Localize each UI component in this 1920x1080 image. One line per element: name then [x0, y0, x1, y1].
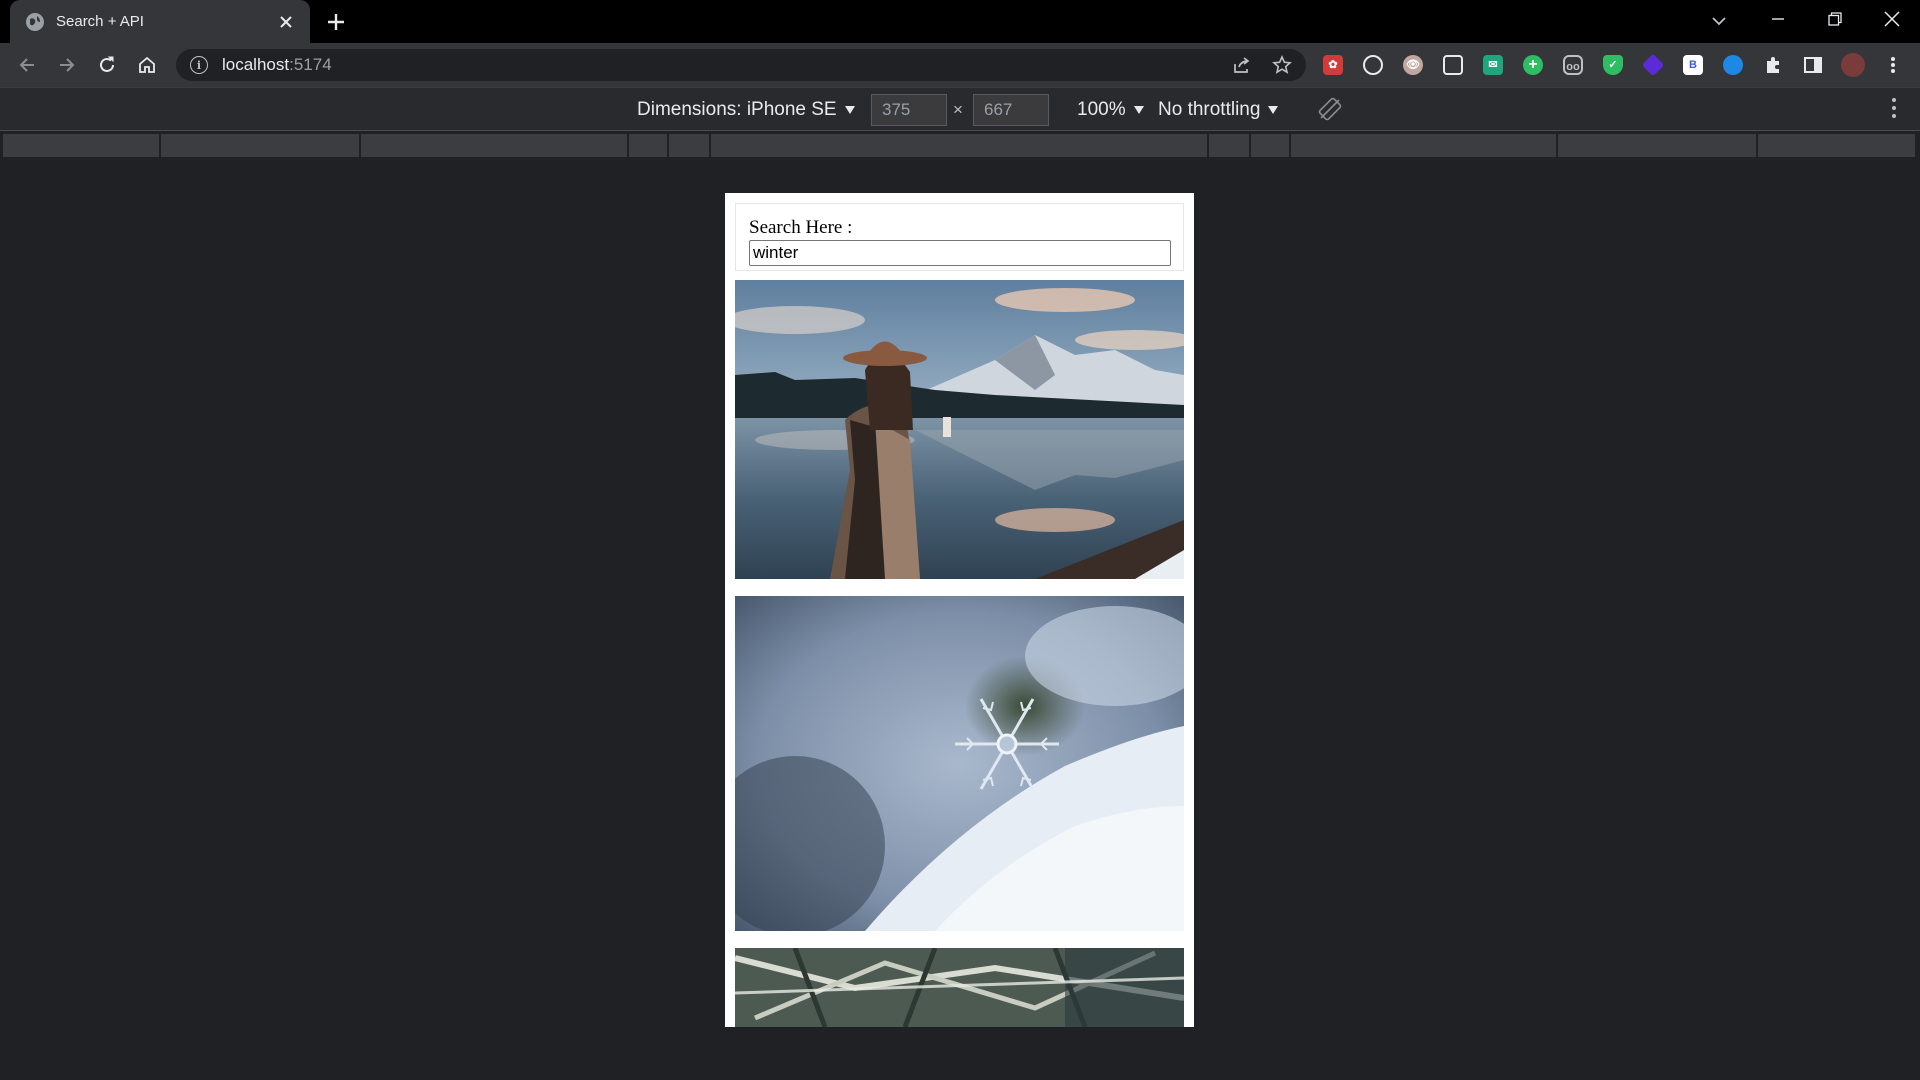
tab-title: Search + API: [56, 13, 144, 30]
close-window-button[interactable]: [1863, 0, 1920, 38]
sidepanel-icon[interactable]: [1798, 50, 1828, 80]
throttling-dropdown[interactable]: No throttling: [1158, 99, 1279, 121]
globe-icon: [26, 12, 44, 31]
media-query-segment[interactable]: [629, 134, 669, 157]
media-query-segment[interactable]: [161, 134, 361, 157]
media-query-segment[interactable]: [1558, 134, 1758, 157]
photo-woman-lake[interactable]: [735, 280, 1184, 579]
plus-circle-icon[interactable]: +: [1518, 50, 1548, 80]
dimensions-dropdown[interactable]: Dimensions: iPhone SE: [637, 99, 855, 121]
caret-down-icon: [1268, 105, 1279, 114]
photo-snowflake[interactable]: [735, 596, 1184, 931]
ext-red-icon[interactable]: ✿: [1318, 50, 1348, 80]
device-toolbar: Dimensions: iPhone SE 375 × 667 100% No …: [0, 87, 1920, 131]
page-viewport: Search Here :: [725, 193, 1194, 1027]
close-icon: [1883, 11, 1900, 27]
glasses-icon[interactable]: oo: [1558, 50, 1588, 80]
shield-icon[interactable]: ✓: [1598, 50, 1628, 80]
back-button[interactable]: [12, 50, 42, 80]
arrow-right-icon: [60, 58, 75, 72]
minimize-button[interactable]: [1749, 0, 1806, 38]
media-query-segment[interactable]: [3, 134, 161, 157]
photo-snowy-branches[interactable]: [735, 948, 1184, 1027]
media-query-bar: [0, 132, 1920, 159]
eye-icon[interactable]: 👁: [1398, 50, 1428, 80]
zoom-label: 100%: [1077, 99, 1126, 120]
media-query-segment[interactable]: [1209, 134, 1251, 157]
width-input[interactable]: 375: [871, 94, 947, 126]
media-query-segment[interactable]: [1251, 134, 1291, 157]
search-card: Search Here :: [735, 203, 1184, 271]
caret-down-icon: [1133, 105, 1144, 114]
more-menu-icon[interactable]: [1878, 50, 1908, 80]
height-input[interactable]: 667: [973, 94, 1049, 126]
restore-icon: [1827, 12, 1842, 26]
times-sign: ×: [953, 100, 963, 119]
plus-icon: [328, 14, 344, 30]
home-icon: [139, 56, 155, 73]
home-button[interactable]: [132, 50, 162, 80]
info-icon[interactable]: i: [190, 56, 208, 74]
browser-toolbar: i localhost:5174 ✿ 👁 ✉ + oo ✓ B: [0, 43, 1920, 87]
url-host: localhost: [222, 55, 290, 74]
caret-down-icon: [844, 105, 855, 114]
window-icon[interactable]: [1438, 50, 1468, 80]
profile-avatar[interactable]: [1838, 50, 1868, 80]
zoom-dropdown[interactable]: 100%: [1077, 99, 1144, 121]
media-query-segment[interactable]: [361, 134, 629, 157]
arrow-left-icon: [19, 58, 34, 72]
browser-tab[interactable]: Search + API: [10, 0, 310, 43]
bookmark-star-icon[interactable]: [1270, 53, 1294, 77]
media-query-segment[interactable]: [1758, 134, 1917, 157]
puzzle-icon[interactable]: [1758, 50, 1788, 80]
restore-button[interactable]: [1806, 0, 1863, 38]
reload-button[interactable]: [92, 50, 122, 80]
share-icon[interactable]: [1230, 53, 1254, 77]
tab-strip: Search + API: [0, 0, 1920, 43]
b-icon[interactable]: B: [1678, 50, 1708, 80]
search-input[interactable]: [749, 240, 1171, 266]
rotate-icon[interactable]: [1318, 97, 1344, 123]
url-port: :5174: [289, 55, 332, 74]
new-tab-button[interactable]: [322, 8, 350, 36]
reload-icon: [100, 56, 114, 72]
search-label: Search Here :: [749, 217, 853, 238]
close-icon[interactable]: [276, 12, 296, 32]
media-query-segment[interactable]: [711, 134, 1209, 157]
more-options-icon[interactable]: [1892, 98, 1898, 122]
mail-icon[interactable]: ✉: [1478, 50, 1508, 80]
chevron-down-icon: [1712, 17, 1726, 26]
forward-button[interactable]: [52, 50, 82, 80]
minimize-icon: [1771, 18, 1784, 20]
tab-search-button[interactable]: [1704, 6, 1734, 36]
address-bar[interactable]: i localhost:5174: [176, 49, 1306, 81]
media-query-segment[interactable]: [1291, 134, 1558, 157]
github-icon[interactable]: [1358, 50, 1388, 80]
dimensions-label: Dimensions: iPhone SE: [637, 99, 837, 120]
media-query-segment[interactable]: [669, 134, 711, 157]
purple-diamond-icon[interactable]: [1638, 50, 1668, 80]
blue-circle-icon[interactable]: [1718, 50, 1748, 80]
throttling-label: No throttling: [1158, 99, 1261, 120]
